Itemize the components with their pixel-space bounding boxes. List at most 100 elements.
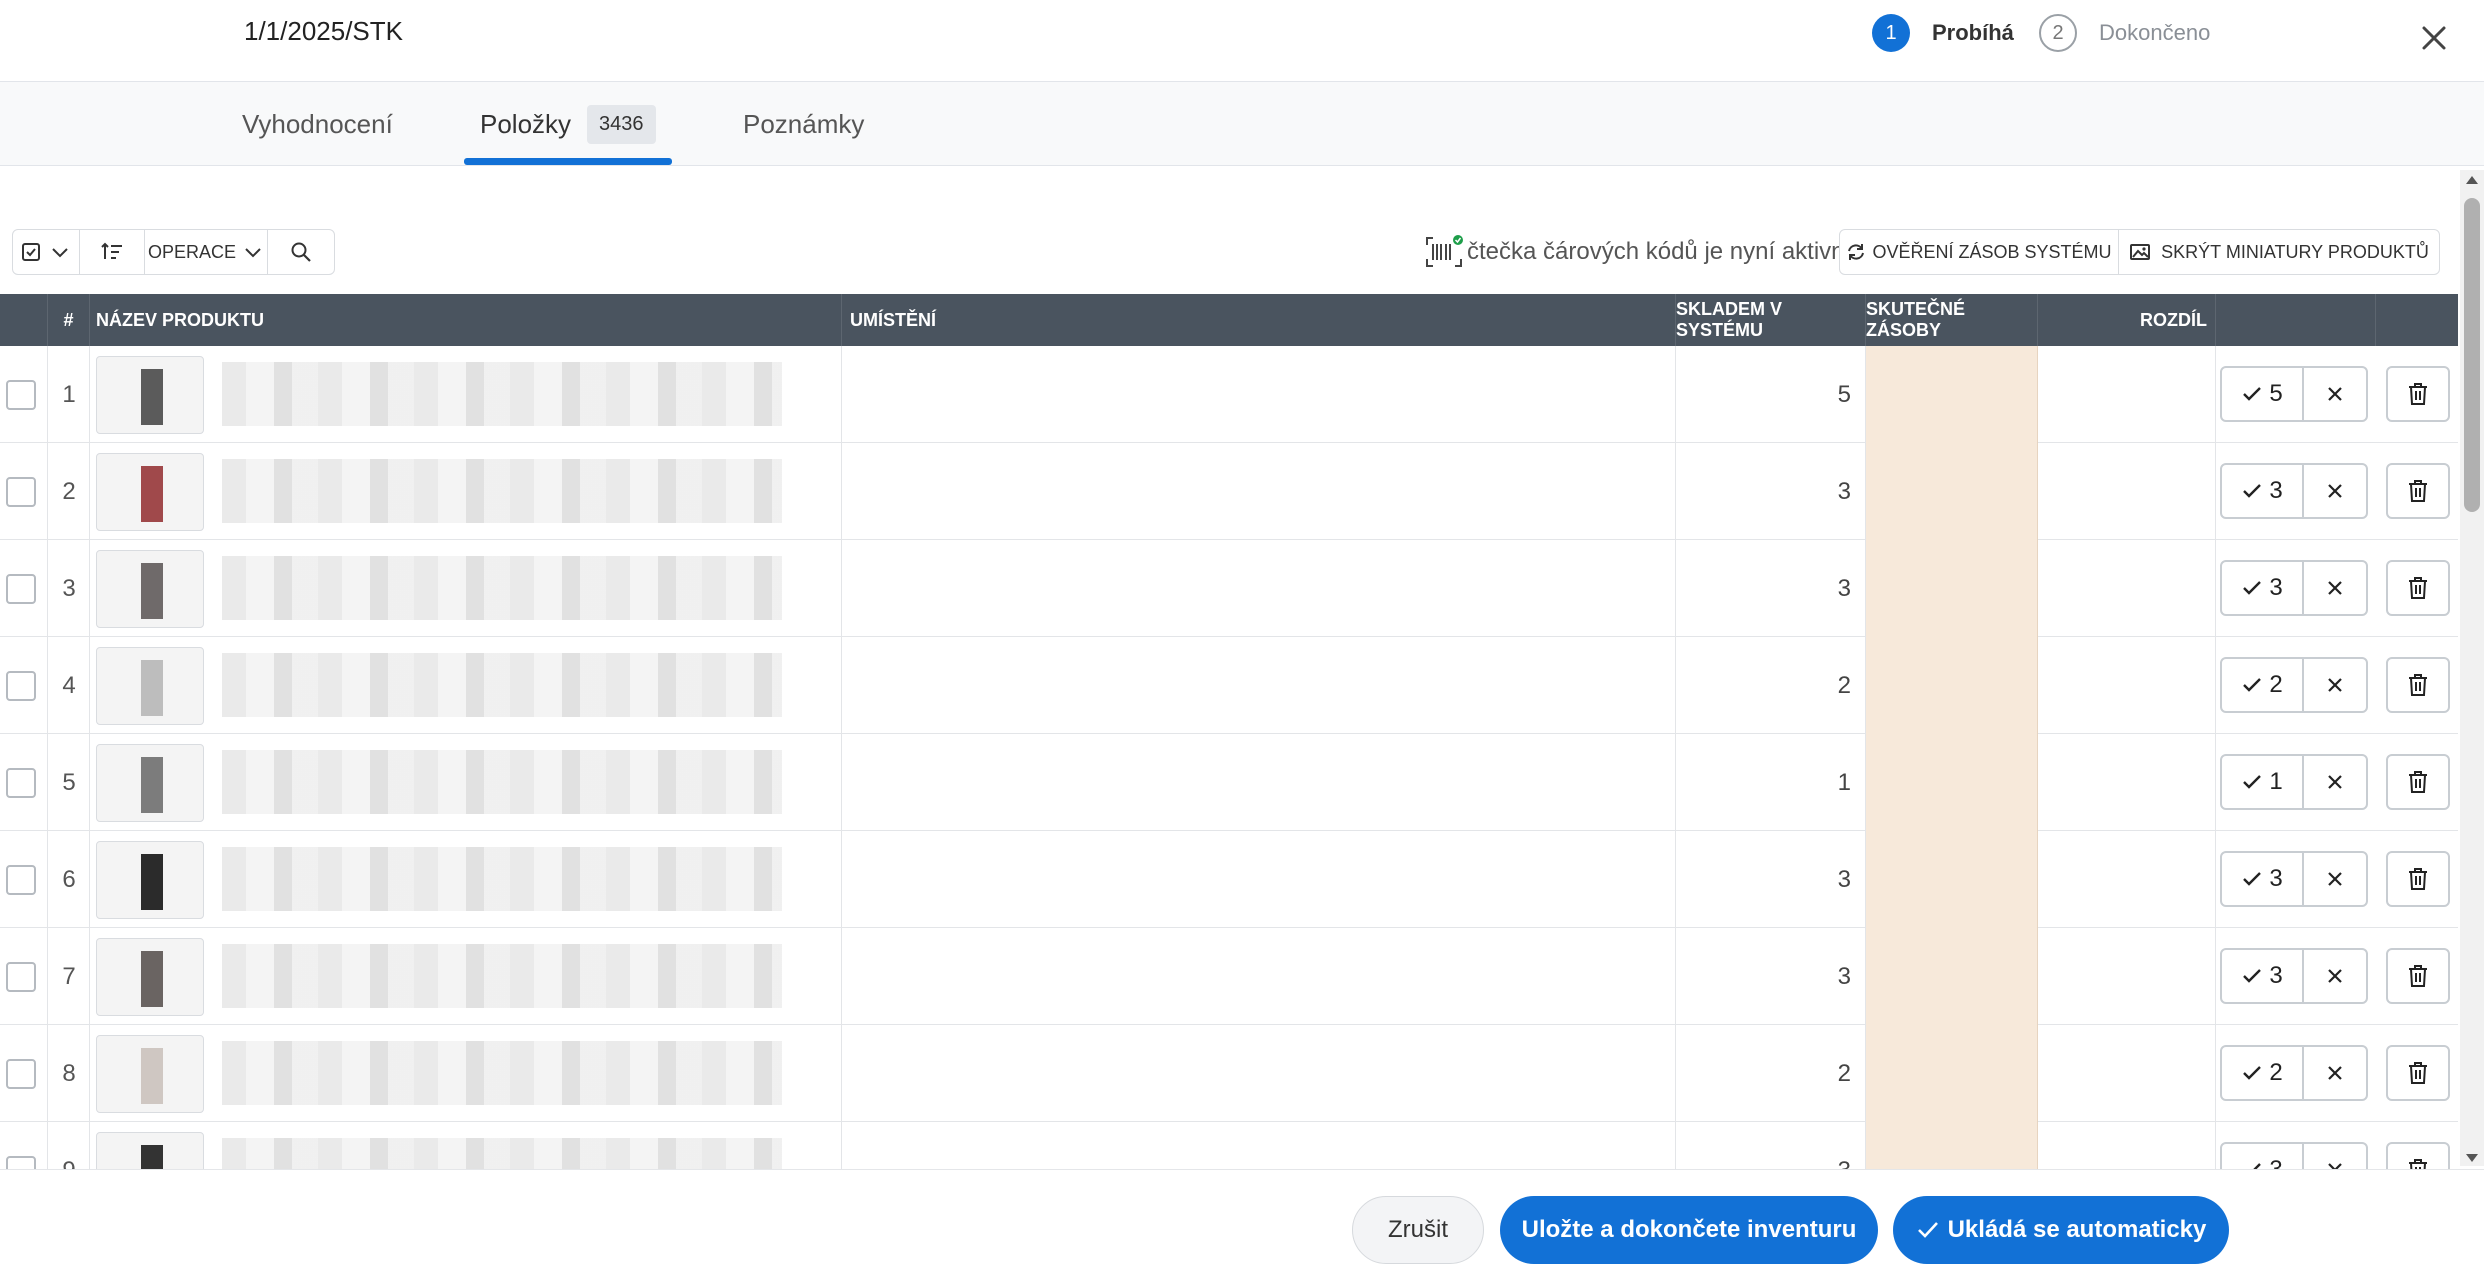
close-icon[interactable] (2414, 18, 2454, 58)
close-icon (2328, 387, 2342, 401)
confirm-quantity-button[interactable]: 3 (2222, 950, 2304, 1002)
table-row[interactable]: 3 3 3 (0, 540, 2458, 637)
delete-button[interactable] (2386, 851, 2450, 907)
system-stock-value: 2 (1837, 672, 1851, 699)
table-row[interactable]: 5 1 1 (0, 734, 2458, 831)
search-button[interactable] (267, 229, 335, 275)
row-checkbox[interactable] (6, 574, 36, 604)
row-checkbox[interactable] (6, 477, 36, 507)
delete-button[interactable] (2386, 657, 2450, 713)
delete-button[interactable] (2386, 366, 2450, 422)
actual-stock-cell[interactable] (1866, 928, 2038, 1025)
header-index: # (48, 294, 90, 346)
confirm-quantity-button[interactable]: 3 (2222, 853, 2304, 905)
delete-button[interactable] (2386, 948, 2450, 1004)
table-row[interactable]: 4 2 2 (0, 637, 2458, 734)
table-row[interactable]: 6 3 3 (0, 831, 2458, 928)
sort-button[interactable] (79, 229, 145, 275)
operations-dropdown[interactable]: OPERACE (144, 229, 268, 275)
header-actual-stock[interactable]: SKUTEČNÉ ZÁSOBY (1866, 294, 2038, 346)
product-thumbnail[interactable] (96, 1132, 204, 1169)
reject-button[interactable] (2304, 659, 2366, 711)
row-checkbox[interactable] (6, 671, 36, 701)
delete-button[interactable] (2386, 463, 2450, 519)
confirm-quantity-button[interactable]: 2 (2222, 1047, 2304, 1099)
check-icon (2243, 678, 2262, 692)
difference-cell (2038, 443, 2216, 540)
trash-icon (2409, 1159, 2427, 1169)
table-row[interactable]: 1 5 5 (0, 346, 2458, 443)
confirm-quantity-button[interactable]: 5 (2222, 368, 2304, 420)
tab-notes[interactable]: Poznámky (743, 82, 864, 166)
product-thumbnail[interactable] (96, 841, 204, 919)
confirm-quantity-button[interactable]: 3 (2222, 562, 2304, 614)
header-difference[interactable]: ROZDÍL (2038, 294, 2216, 346)
confirm-quantity-button[interactable]: 2 (2222, 659, 2304, 711)
product-thumbnail[interactable] (96, 647, 204, 725)
actual-stock-cell[interactable] (1866, 1122, 2038, 1169)
confirm-quantity-button[interactable]: 3 (2222, 465, 2304, 517)
actual-stock-cell[interactable] (1866, 443, 2038, 540)
delete-button[interactable] (2386, 1045, 2450, 1101)
autosave-button[interactable]: Ukládá se automaticky (1893, 1196, 2229, 1264)
actual-stock-cell[interactable] (1866, 831, 2038, 928)
actual-stock-cell[interactable] (1866, 540, 2038, 637)
cancel-button[interactable]: Zrušit (1352, 1196, 1484, 1264)
reject-button[interactable] (2304, 465, 2366, 517)
reject-button[interactable] (2304, 853, 2366, 905)
barcode-scanner-icon (1426, 235, 1463, 267)
scroll-up-icon[interactable] (2465, 174, 2479, 186)
header-system-stock[interactable]: SKLADEM V SYSTÉMU (1676, 294, 1866, 346)
product-thumbnail[interactable] (96, 550, 204, 628)
hide-thumbnails-button[interactable]: SKRÝT MINIATURY PRODUKTŮ (2118, 229, 2440, 275)
table-row[interactable]: 9 3 3 (0, 1122, 2458, 1169)
tab-evaluation[interactable]: Vyhodnocení (242, 82, 393, 166)
confirm-quantity-button[interactable]: 3 (2222, 1144, 2304, 1169)
product-thumbnail[interactable] (96, 1035, 204, 1113)
system-stock-cell: 2 (1676, 637, 1866, 734)
reject-button[interactable] (2304, 1047, 2366, 1099)
row-checkbox[interactable] (6, 865, 36, 895)
actual-stock-cell[interactable] (1866, 637, 2038, 734)
reject-button[interactable] (2304, 562, 2366, 614)
active-tab-indicator (464, 158, 672, 165)
row-checkbox[interactable] (6, 1156, 36, 1169)
index-cell: 1 (48, 346, 90, 443)
actual-stock-cell[interactable] (1866, 346, 2038, 443)
verify-stock-button[interactable]: OVĚŘENÍ ZÁSOB SYSTÉMU (1839, 229, 2119, 275)
row-checkbox[interactable] (6, 380, 36, 410)
reject-button[interactable] (2304, 368, 2366, 420)
row-checkbox[interactable] (6, 1059, 36, 1089)
row-index: 1 (62, 381, 76, 408)
tab-items[interactable]: Položky 3436 (480, 82, 656, 166)
reject-button[interactable] (2304, 756, 2366, 808)
trash-icon (2409, 480, 2427, 502)
reject-button[interactable] (2304, 950, 2366, 1002)
save-finish-button[interactable]: Uložte a dokončete inventuru (1500, 1196, 1878, 1264)
scrollbar[interactable] (2460, 170, 2484, 1166)
actual-stock-cell[interactable] (1866, 734, 2038, 831)
table-row[interactable]: 8 2 2 (0, 1025, 2458, 1122)
header-location[interactable]: UMÍSTĚNÍ (842, 294, 1676, 346)
product-image (141, 369, 163, 425)
table-row[interactable]: 2 3 3 (0, 443, 2458, 540)
delete-button[interactable] (2386, 1142, 2450, 1169)
scroll-down-icon[interactable] (2465, 1152, 2479, 1164)
product-thumbnail[interactable] (96, 744, 204, 822)
row-checkbox[interactable] (6, 962, 36, 992)
reject-button[interactable] (2304, 1144, 2366, 1169)
delete-button[interactable] (2386, 754, 2450, 810)
product-thumbnail[interactable] (96, 453, 204, 531)
product-thumbnail[interactable] (96, 938, 204, 1016)
select-all-dropdown[interactable] (12, 229, 80, 275)
product-thumbnail[interactable] (96, 356, 204, 434)
delete-button[interactable] (2386, 560, 2450, 616)
index-cell: 9 (48, 1122, 90, 1169)
confirm-quantity-button[interactable]: 1 (2222, 756, 2304, 808)
actual-stock-cell[interactable] (1866, 1025, 2038, 1122)
header-product-name[interactable]: NÁZEV PRODUKTU (90, 294, 842, 346)
row-checkbox[interactable] (6, 768, 36, 798)
scrollbar-thumb[interactable] (2464, 198, 2480, 512)
table-row[interactable]: 7 3 3 (0, 928, 2458, 1025)
verify-stock-label: OVĚŘENÍ ZÁSOB SYSTÉMU (1872, 241, 2112, 262)
